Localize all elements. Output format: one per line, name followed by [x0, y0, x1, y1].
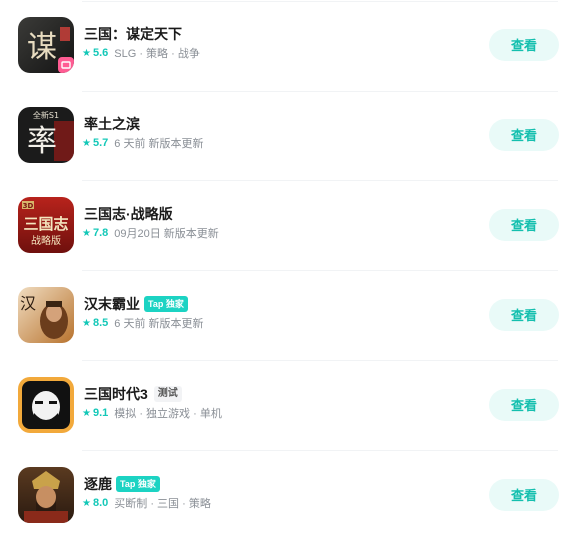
- rating-value: 8.5: [92, 317, 109, 329]
- app-meta: ★ 8.5 6 天前 新版本更新: [82, 315, 204, 331]
- view-button[interactable]: 查看: [489, 299, 559, 331]
- app-title: 三国志·战略版: [84, 204, 173, 224]
- view-button[interactable]: 查看: [489, 119, 559, 151]
- app-title: 逐鹿 Tap 独家: [84, 474, 160, 494]
- game-icon-shuaitu[interactable]: 全新S1 率: [18, 107, 74, 163]
- row-divider: [82, 450, 558, 451]
- game-icon-sanguo-shidai[interactable]: [18, 377, 74, 433]
- game-icon-zhulu[interactable]: [18, 467, 74, 523]
- svg-text:谋: 谋: [27, 30, 57, 65]
- rating-value: 5.7: [92, 137, 109, 149]
- tap-exclusive-badge: Tap 独家: [116, 476, 160, 492]
- app-name[interactable]: 逐鹿: [84, 474, 112, 494]
- rating-value: 9.1: [92, 407, 109, 419]
- app-meta: ★ 5.7 6 天前 新版本更新: [82, 135, 204, 151]
- view-button[interactable]: 查看: [489, 479, 559, 511]
- test-badge: 测试: [153, 386, 182, 402]
- app-meta: ★ 9.1 模拟 · 独立游戏 · 单机: [82, 405, 222, 421]
- svg-text:汉: 汉: [20, 294, 36, 313]
- app-name[interactable]: 三国志·战略版: [84, 204, 173, 224]
- row-divider: [82, 91, 558, 92]
- svg-text:三国志: 三国志: [23, 215, 68, 233]
- row-divider: [82, 180, 558, 181]
- row-divider: [82, 1, 558, 2]
- app-name[interactable]: 汉末霸业: [84, 294, 140, 314]
- svg-text:战略版: 战略版: [31, 234, 61, 247]
- app-description: SLG · 策略 · 战争: [114, 48, 200, 60]
- app-description: 买断制 · 三国 · 策略: [114, 498, 211, 510]
- row-divider: [82, 270, 558, 271]
- app-description: 6 天前 新版本更新: [114, 138, 204, 150]
- app-title: 三国时代3 测试: [84, 384, 182, 404]
- view-button[interactable]: 查看: [489, 389, 559, 421]
- app-name[interactable]: 三国时代3: [84, 384, 148, 404]
- star-icon: ★: [82, 137, 91, 149]
- app-name[interactable]: 率土之滨: [84, 114, 140, 134]
- row-divider: [82, 360, 558, 361]
- app-meta: ★ 8.0 买断制 · 三国 · 策略: [82, 495, 211, 511]
- star-icon: ★: [82, 227, 91, 239]
- app-description: 6 天前 新版本更新: [114, 318, 204, 330]
- star-icon: ★: [82, 47, 91, 59]
- svg-text:全新S1: 全新S1: [33, 110, 59, 120]
- app-meta: ★ 7.8 09月20日 新版本更新: [82, 225, 219, 241]
- view-button[interactable]: 查看: [489, 29, 559, 61]
- app-name[interactable]: 三国：谋定天下: [84, 24, 182, 44]
- list-item[interactable]: 逐鹿 Tap 独家 ★ 8.0 买断制 · 三国 · 策略 查看: [0, 467, 570, 557]
- app-title: 率土之滨: [84, 114, 140, 134]
- app-description: 09月20日 新版本更新: [114, 228, 219, 240]
- list-item[interactable]: 三国时代3 测试 ★ 9.1 模拟 · 独立游戏 · 单机 查看: [0, 377, 570, 467]
- star-icon: ★: [82, 407, 91, 419]
- rating-value: 8.0: [92, 497, 109, 509]
- game-list: 谋 三国：谋定天下 ★ 5.6 SLG · 策略 · 战争 查看 全新S1 率: [0, 0, 570, 538]
- app-title: 三国：谋定天下: [84, 24, 182, 44]
- game-icon-sanguozhi[interactable]: 3D 三国志 战略版: [18, 197, 74, 253]
- svg-text:3D: 3D: [23, 202, 34, 210]
- tap-exclusive-badge: Tap 独家: [144, 296, 188, 312]
- star-icon: ★: [82, 317, 91, 329]
- rating-value: 5.6: [92, 47, 109, 59]
- list-item[interactable]: 谋 三国：谋定天下 ★ 5.6 SLG · 策略 · 战争 查看: [0, 17, 570, 107]
- app-title: 汉末霸业 Tap 独家: [84, 294, 188, 314]
- game-icon-hanmo[interactable]: 汉: [18, 287, 74, 343]
- svg-text:率: 率: [27, 124, 57, 159]
- app-meta: ★ 5.6 SLG · 策略 · 战争: [82, 45, 200, 61]
- app-description: 模拟 · 独立游戏 · 单机: [114, 408, 222, 420]
- rating-value: 7.8: [92, 227, 109, 239]
- view-button[interactable]: 查看: [489, 209, 559, 241]
- game-icon-sanguo-mouding[interactable]: 谋: [18, 17, 74, 73]
- list-item[interactable]: 汉 汉末霸业 Tap 独家 ★ 8.5 6 天前 新版本更新 查看: [0, 287, 570, 377]
- list-item[interactable]: 3D 三国志 战略版 三国志·战略版 ★ 7.8 09月20日 新版本更新 查看: [0, 197, 570, 287]
- list-item[interactable]: 全新S1 率 率土之滨 ★ 5.7 6 天前 新版本更新 查看: [0, 107, 570, 197]
- star-icon: ★: [82, 497, 91, 509]
